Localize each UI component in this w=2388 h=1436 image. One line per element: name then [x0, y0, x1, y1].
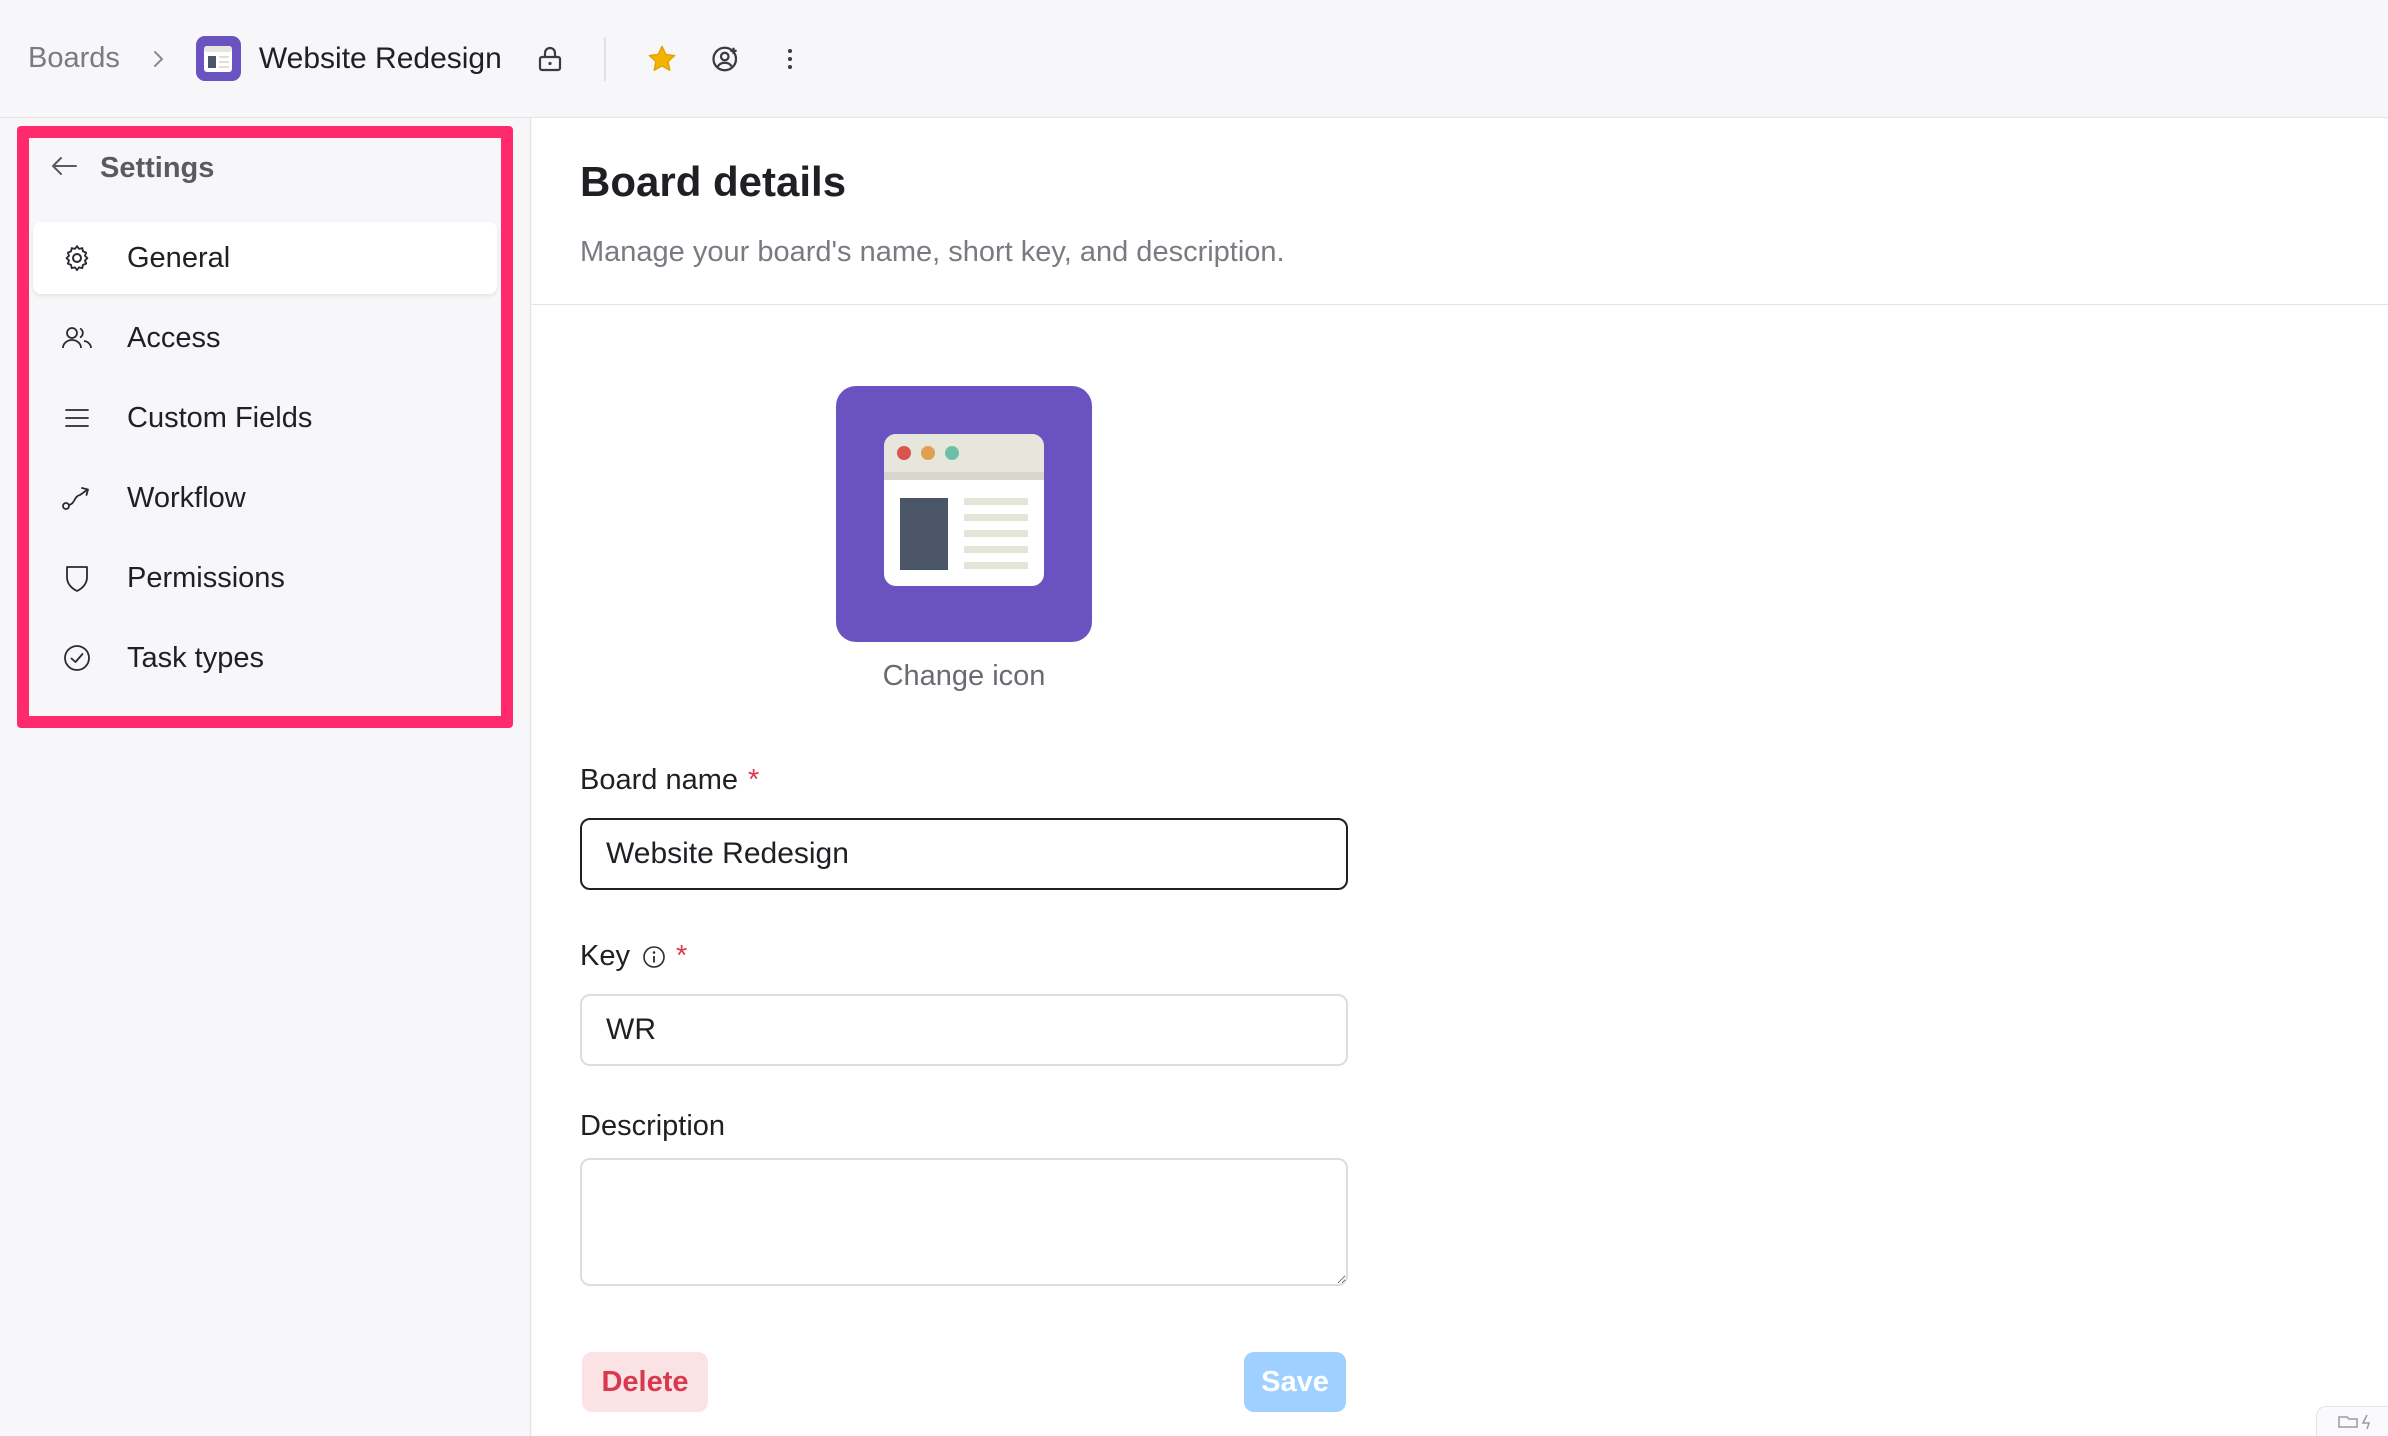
more-vertical-icon[interactable] [770, 39, 810, 79]
sidebar-item-label: General [127, 241, 231, 274]
sidebar-item-label: Permissions [127, 561, 285, 594]
corner-widget[interactable] [2316, 1406, 2388, 1436]
chevron-right-icon [138, 39, 178, 79]
description-textarea[interactable] [580, 1158, 1348, 1286]
board-name-input[interactable] [580, 818, 1348, 890]
shield-icon [59, 560, 95, 596]
workflow-icon [59, 480, 95, 516]
key-label: Key * [580, 940, 687, 973]
breadcrumb-boards[interactable]: Boards [28, 42, 120, 75]
sidebar-item-label: Task types [127, 641, 264, 674]
arrow-left-icon [50, 154, 78, 183]
delete-button[interactable]: Delete [582, 1352, 708, 1412]
sidebar-item-label: Workflow [127, 481, 246, 514]
list-icon [59, 400, 95, 436]
required-marker: * [748, 764, 760, 796]
board-icon[interactable] [195, 36, 241, 81]
watch-icon[interactable] [706, 39, 746, 79]
description-label-text: Description [580, 1110, 726, 1142]
top-bar: Boards Website Redesign [0, 0, 2388, 118]
sidebar-item-permissions[interactable]: Permissions [33, 542, 497, 614]
required-marker: * [675, 940, 688, 972]
key-input[interactable] [580, 994, 1348, 1066]
lock-icon[interactable] [530, 39, 570, 79]
sidebar-item-custom-fields[interactable]: Custom Fields [33, 382, 497, 454]
toolbar-divider [603, 36, 606, 81]
sidebar-item-workflow[interactable]: Workflow [33, 462, 497, 534]
settings-heading: Settings [100, 152, 215, 184]
sidebar-item-general[interactable]: General [33, 222, 497, 294]
board-name-label-text: Board name [580, 764, 738, 796]
board-icon-large[interactable] [836, 386, 1092, 642]
check-circle-icon [59, 640, 95, 676]
board-title[interactable]: Website Redesign [259, 42, 502, 76]
sidebar-item-task-types[interactable]: Task types [33, 622, 497, 694]
save-button[interactable]: Save [1244, 1352, 1346, 1412]
description-label: Description [580, 1110, 725, 1143]
board-name-label: Board name * [580, 764, 759, 797]
star-icon[interactable] [642, 39, 682, 79]
users-icon [59, 320, 95, 356]
sidebar-item-label: Custom Fields [127, 401, 313, 434]
page-title: Board details [580, 158, 847, 205]
sidebar-item-label: Access [127, 321, 221, 354]
sidebar-item-access[interactable]: Access [33, 302, 497, 374]
settings-back-link[interactable]: Settings [50, 152, 214, 185]
gear-icon [59, 240, 95, 276]
board-details-panel: Board details Manage your board's name, … [532, 118, 2388, 1436]
key-label-text: Key [580, 940, 630, 972]
change-icon-link[interactable]: Change icon [832, 660, 1096, 693]
panel-header: Board details Manage your board's name, … [532, 118, 2388, 305]
page-subtitle: Manage your board's name, short key, and… [580, 236, 1285, 268]
info-icon[interactable] [642, 945, 666, 969]
